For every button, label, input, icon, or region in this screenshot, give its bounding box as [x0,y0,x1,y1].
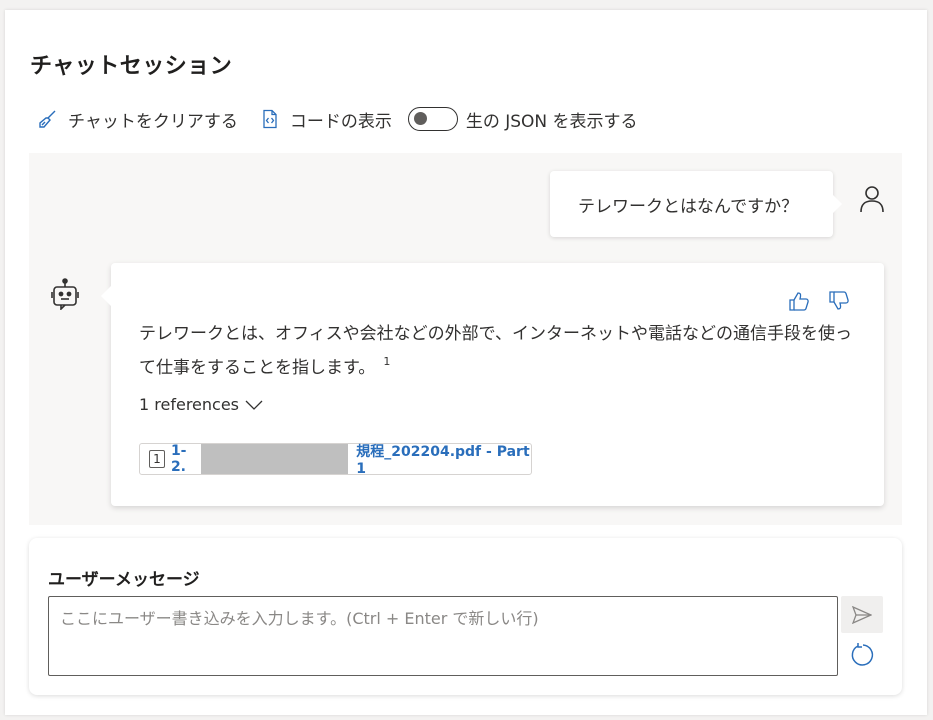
page-title: チャットセッション [30,54,233,79]
references-toggle[interactable]: 1 references [139,395,263,414]
refresh-icon[interactable] [849,642,875,668]
reference-prefix: 1-2. [170,443,187,475]
user-message-input[interactable] [48,596,838,676]
show-code-button[interactable]: コードの表示 [260,107,392,132]
reference-link[interactable]: 1 1-2. 規程_202204.pdf - Part 1 [139,443,532,477]
answer-text: テレワークとは、オフィスや会社などの外部で、インターネットや電話などの通信手段を… [139,324,852,378]
clear-chat-label: チャットをクリアする [68,111,238,132]
thumbs-up-icon[interactable] [788,290,810,312]
feedback-buttons [770,290,850,312]
reference-number: 1 [149,450,165,468]
user-message-text: テレワークとはなんですか？ [578,196,799,217]
show-code-label: コードの表示 [289,111,392,132]
person-icon [860,186,884,213]
toggle-knob [413,112,427,125]
user-message-label: ユーザーメッセージ [48,570,200,590]
chat-session-panel: チャットセッション チャットをクリアする コードの表示 生の JSON を表示す… [5,10,927,715]
assistant-message-text: テレワークとは、オフィスや会社などの外部で、インターネットや電話などの通信手段を… [139,320,859,382]
code-file-icon [263,109,277,129]
user-message-bubble: テレワークとはなんですか？ [550,171,842,237]
chevron-down-icon [245,400,263,410]
send-icon [852,605,872,624]
bot-icon [51,278,79,310]
raw-json-toggle-label: 生の JSON を表示する [465,111,638,132]
send-button[interactable] [841,596,883,633]
broom-icon [39,110,56,128]
assistant-message-bubble: テレワークとは、オフィスや会社などの外部で、インターネットや電話などの通信手段を… [101,263,884,506]
citation-marker[interactable]: 1 [383,355,390,368]
references-label: 1 references [139,395,239,414]
thumbs-down-icon[interactable] [828,290,850,312]
reference-suffix: 規程_202204.pdf - Part 1 [356,444,530,477]
raw-json-toggle[interactable] [407,107,458,131]
chat-area: テレワークとはなんですか？ テレワークとは、オフィスや会社などの外部で、インター… [29,153,902,525]
toolbar: チャットをクリアする コードの表示 生の JSON を表示する [38,104,638,134]
user-input-card: ユーザーメッセージ [29,538,902,695]
redacted-region [201,444,349,474]
clear-chat-button[interactable]: チャットをクリアする [38,107,238,132]
